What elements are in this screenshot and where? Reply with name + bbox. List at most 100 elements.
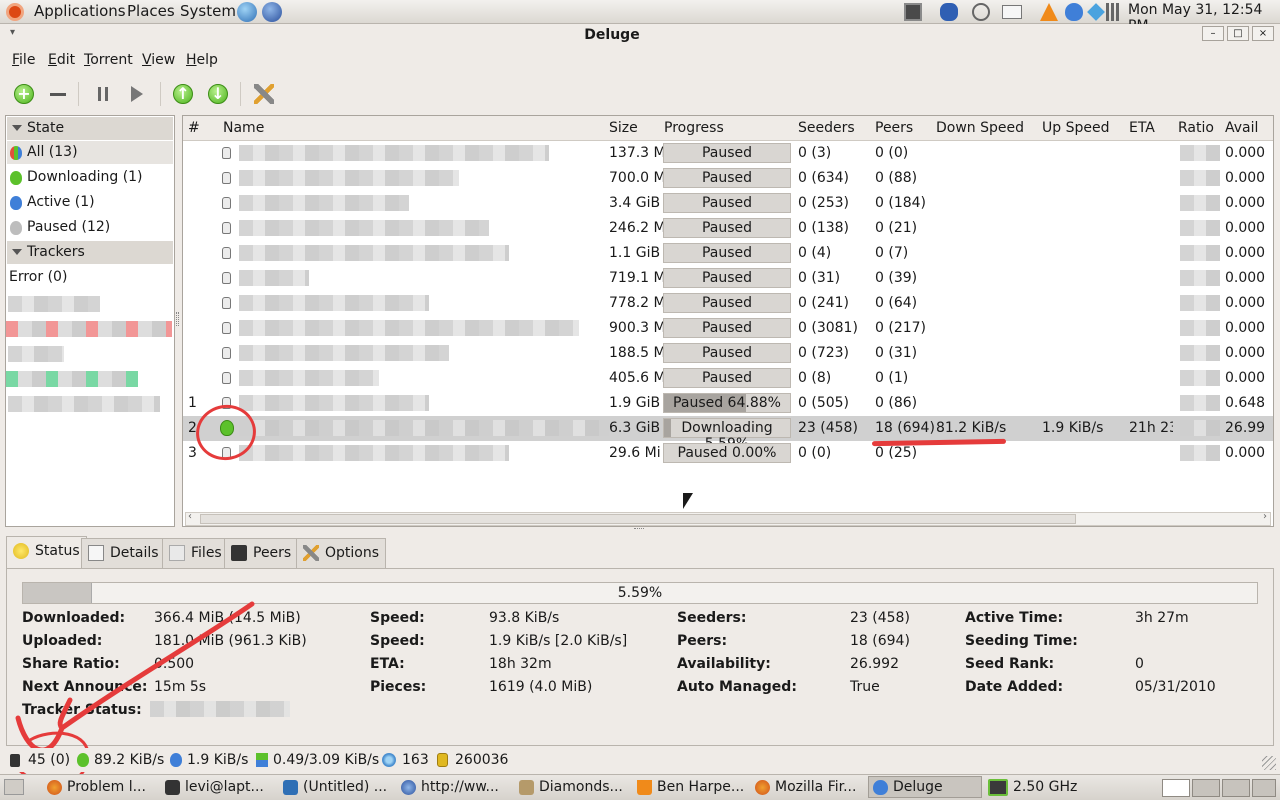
torrent-row[interactable]: 26.3 GiBDownloading 5.59%23 (458)18 (694… (183, 416, 1273, 452)
column-header-ratio[interactable]: Ratio (1178, 120, 1214, 136)
add-torrent-button[interactable]: + (12, 82, 36, 106)
sidebar-item-paused[interactable]: Paused (12) (7, 216, 173, 239)
scrollbar-thumb[interactable] (200, 514, 1076, 524)
mail-icon[interactable] (1002, 5, 1022, 19)
tracker-item-redacted[interactable] (8, 296, 100, 312)
cpu-frequency[interactable]: 2.50 GHz (1013, 779, 1077, 795)
tab-files[interactable]: Files (162, 538, 229, 568)
torrent-row[interactable]: 246.2 M Paused 0 (138) 0 (21) 0.000 (183, 216, 1273, 241)
queue-down-button[interactable]: ↓ (206, 82, 230, 106)
monitor-icon[interactable] (904, 3, 922, 21)
maximize-button[interactable]: □ (1227, 26, 1249, 41)
workspace-2[interactable] (1192, 779, 1220, 797)
column-header-queue[interactable]: # (188, 120, 200, 136)
free-space: 260036 (455, 752, 509, 768)
trackers-header[interactable]: Trackers (7, 241, 173, 264)
pause-button[interactable] (91, 82, 115, 106)
preferences-button[interactable] (252, 82, 276, 106)
download-speed[interactable]: 89.2 KiB/s (94, 752, 164, 768)
window-title-bar[interactable]: ▾ Deluge (0, 24, 1280, 48)
sidebar-item-all[interactable]: All (13) (7, 141, 173, 164)
column-header-name[interactable]: Name (223, 120, 264, 136)
menu-edit[interactable]: Edit (48, 52, 75, 68)
close-button[interactable]: × (1252, 26, 1274, 41)
torrent-row[interactable]: 405.6 M Paused 0 (8) 0 (1) 0.000 (183, 366, 1273, 391)
tab-details[interactable]: Details (81, 538, 166, 568)
sidebar-item-tracker-error[interactable]: Error (0) (7, 266, 173, 289)
download-speed-icon[interactable] (77, 753, 89, 767)
workspace-4[interactable] (1252, 779, 1276, 797)
state-header[interactable]: State (7, 117, 173, 140)
tab-peers[interactable]: Peers (224, 538, 299, 568)
task-problem[interactable]: Problem l... (42, 776, 156, 798)
task-untitled[interactable]: (Untitled) ... (278, 776, 392, 798)
queue-up-button[interactable]: ↑ (171, 82, 195, 106)
task-diamonds[interactable]: Diamonds... (514, 776, 628, 798)
torrent-row[interactable]: 900.3 M Paused 0 (3081) 0 (217) 0.000 (183, 316, 1273, 341)
task-terminal[interactable]: levi@lapt... (160, 776, 274, 798)
task-vlc[interactable]: Ben Harpe... (632, 776, 746, 798)
signal-strength-icon[interactable] (1106, 3, 1124, 21)
show-desktop-icon[interactable] (4, 779, 24, 795)
menu-torrent[interactable]: Torrent (84, 52, 133, 68)
menu-file[interactable]: File (12, 52, 35, 68)
scroll-left-icon[interactable]: ‹ (188, 511, 192, 522)
bluetooth-icon[interactable] (940, 3, 958, 21)
column-header-eta[interactable]: ETA (1129, 120, 1155, 136)
column-header-down-speed[interactable]: Down Speed (936, 120, 1024, 136)
remove-torrent-button[interactable] (46, 82, 70, 106)
column-header-avail[interactable]: Avail (1225, 120, 1258, 136)
scroll-right-icon[interactable]: › (1263, 511, 1267, 522)
sidebar-item-active[interactable]: Active (1) (7, 191, 173, 214)
connections-count[interactable]: 45 (0) (28, 752, 70, 768)
column-header-size[interactable]: Size (609, 120, 638, 136)
sidebar-item-downloading[interactable]: Downloading (1) (7, 166, 173, 189)
sidebar-resize-handle[interactable] (176, 312, 179, 326)
connections-icon[interactable] (10, 754, 20, 767)
column-header-seeders[interactable]: Seeders (798, 120, 855, 136)
menu-view[interactable]: View (142, 52, 175, 68)
deluge-tray-icon[interactable] (1065, 3, 1083, 21)
resize-grip-icon[interactable] (1262, 756, 1276, 770)
upload-speed[interactable]: 1.9 KiB/s (187, 752, 248, 768)
minimize-button[interactable]: – (1202, 26, 1224, 41)
vlc-icon[interactable] (1040, 3, 1058, 21)
wireless-icon[interactable] (972, 3, 990, 21)
ubuntu-logo-icon[interactable] (6, 3, 24, 21)
tracker-item-redacted[interactable] (6, 371, 138, 387)
task-firefox[interactable]: Mozilla Fir... (750, 776, 864, 798)
column-header-up-speed[interactable]: Up Speed (1042, 120, 1109, 136)
places-menu[interactable]: Places (127, 2, 175, 20)
network-globe-icon[interactable] (237, 2, 257, 22)
resume-button[interactable] (125, 82, 149, 106)
workspace-3[interactable] (1222, 779, 1250, 797)
torrent-row[interactable]: 188.5 M Paused 0 (723) 0 (31) 0.000 (183, 341, 1273, 366)
browser-launcher-icon[interactable] (262, 2, 282, 22)
tracker-item-redacted[interactable] (8, 346, 64, 362)
tab-options[interactable]: Options (296, 538, 387, 568)
task-deluge[interactable]: Deluge (868, 776, 982, 798)
menu-help[interactable]: Help (186, 52, 218, 68)
horizontal-scrollbar[interactable]: ‹ › (185, 511, 1271, 526)
cpu-frequency-icon[interactable] (988, 779, 1008, 796)
tracker-item-redacted[interactable] (8, 396, 160, 412)
column-header-peers[interactable]: Peers (875, 120, 913, 136)
torrent-row[interactable]: 1 1.9 GiB Paused 64.88% 0 (505) 0 (86) 0.648 (183, 391, 1273, 416)
dropbox-icon[interactable] (1087, 3, 1105, 21)
torrent-row[interactable]: 719.1 M Paused 0 (31) 0 (39) 0.000 (183, 266, 1273, 291)
upload-speed-icon[interactable] (170, 753, 182, 767)
torrent-row[interactable]: 3 29.6 Mi Paused 0.00% 0 (0) 0 (25) 0.000 (183, 441, 1273, 466)
task-browser[interactable]: http://ww... (396, 776, 510, 798)
torrent-row[interactable]: 3.4 GiB Paused 0 (253) 0 (184) 0.000 (183, 191, 1273, 216)
torrent-row[interactable]: 137.3 M Paused 0 (3) 0 (0) 0.000 (183, 141, 1273, 166)
torrent-row[interactable]: 778.2 M Paused 0 (241) 0 (64) 0.000 (183, 291, 1273, 316)
torrent-row[interactable]: 1.1 GiB Paused 0 (4) 0 (7) 0.000 (183, 241, 1273, 266)
pane-resize-handle[interactable] (634, 528, 644, 530)
column-header-progress[interactable]: Progress (664, 120, 724, 136)
applications-menu[interactable]: Applications (34, 2, 126, 20)
workspace-1[interactable] (1162, 779, 1190, 797)
system-menu[interactable]: System (180, 2, 236, 20)
torrent-row[interactable]: 700.0 M Paused 0 (634) 0 (88) 0.000 (183, 166, 1273, 191)
tracker-item-redacted[interactable] (6, 321, 172, 337)
tab-status[interactable]: Status (6, 536, 87, 568)
